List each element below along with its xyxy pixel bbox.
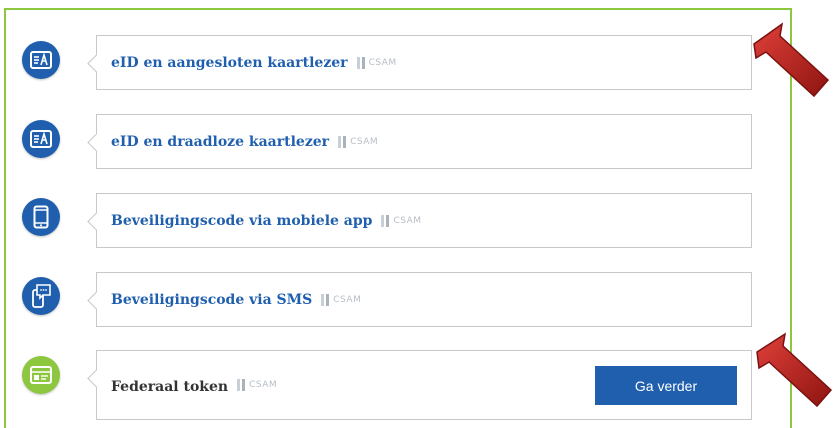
option-label: eID en aangesloten kaartlezer	[111, 54, 348, 71]
id-card-reader-icon	[22, 41, 60, 79]
option-eid-connected-reader[interactable]: eID en aangesloten kaartlezer CSAM	[96, 35, 752, 90]
option-mobile-app-code[interactable]: Beveiligingscode via mobiele app CSAM	[96, 193, 752, 248]
mobile-phone-icon	[22, 198, 60, 236]
option-label: Beveiligingscode via SMS	[111, 291, 313, 308]
sms-icon	[22, 277, 60, 315]
option-label: eID en draadloze kaartlezer	[111, 133, 330, 150]
csam-badge: CSAM	[356, 56, 397, 69]
option-federal-token[interactable]: Federaal token CSAM Ga verder	[96, 350, 752, 420]
option-label: Federaal token	[111, 379, 229, 395]
csam-badge: CSAM	[320, 293, 361, 306]
csam-badge: CSAM	[380, 214, 421, 227]
id-card-wireless-icon	[22, 120, 60, 158]
red-arrow-icon	[756, 332, 833, 408]
option-sms-code[interactable]: Beveiligingscode via SMS CSAM	[96, 272, 752, 327]
token-card-icon	[22, 356, 60, 394]
csam-badge: CSAM	[337, 135, 378, 148]
option-eid-wireless-reader[interactable]: eID en draadloze kaartlezer CSAM	[96, 114, 752, 169]
option-label: Beveiligingscode via mobiele app	[111, 212, 373, 229]
csam-badge: CSAM	[236, 379, 277, 391]
continue-button[interactable]: Ga verder	[595, 366, 737, 405]
red-arrow-icon	[753, 22, 830, 98]
